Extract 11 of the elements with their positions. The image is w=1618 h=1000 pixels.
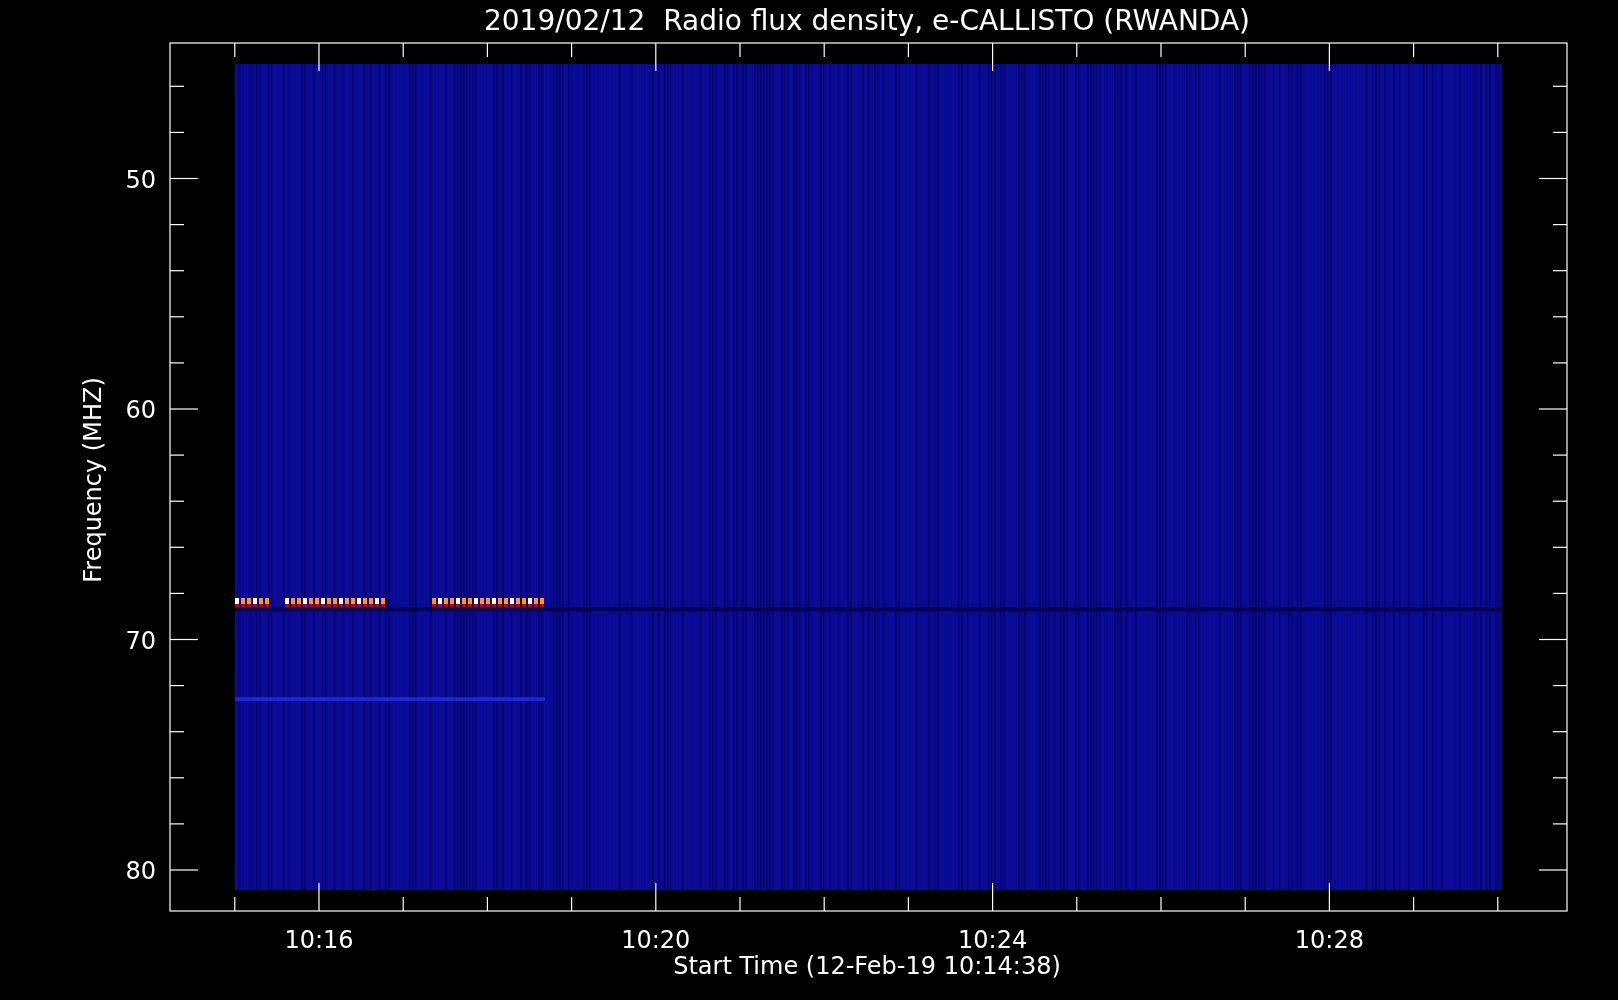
y-axis-label: Frequency (MHZ) (79, 377, 107, 583)
x-tick-label: 10:20 (621, 926, 691, 954)
y-tick-label: 80 (125, 857, 156, 885)
x-axis-label: Start Time (12-Feb-19 10:14:38) (673, 952, 1061, 980)
plot-title: 2019/02/12 Radio flux density, e-CALLISTO (RWANDA) (484, 4, 1250, 37)
x-tick-label: 10:24 (958, 926, 1028, 954)
y-tick-label: 70 (125, 626, 156, 655)
y-tick-label: 50 (125, 165, 156, 194)
x-tick-label: 10:28 (1294, 926, 1364, 954)
x-tick-label: 10:16 (284, 926, 354, 954)
y-tick-label: 60 (125, 396, 156, 424)
